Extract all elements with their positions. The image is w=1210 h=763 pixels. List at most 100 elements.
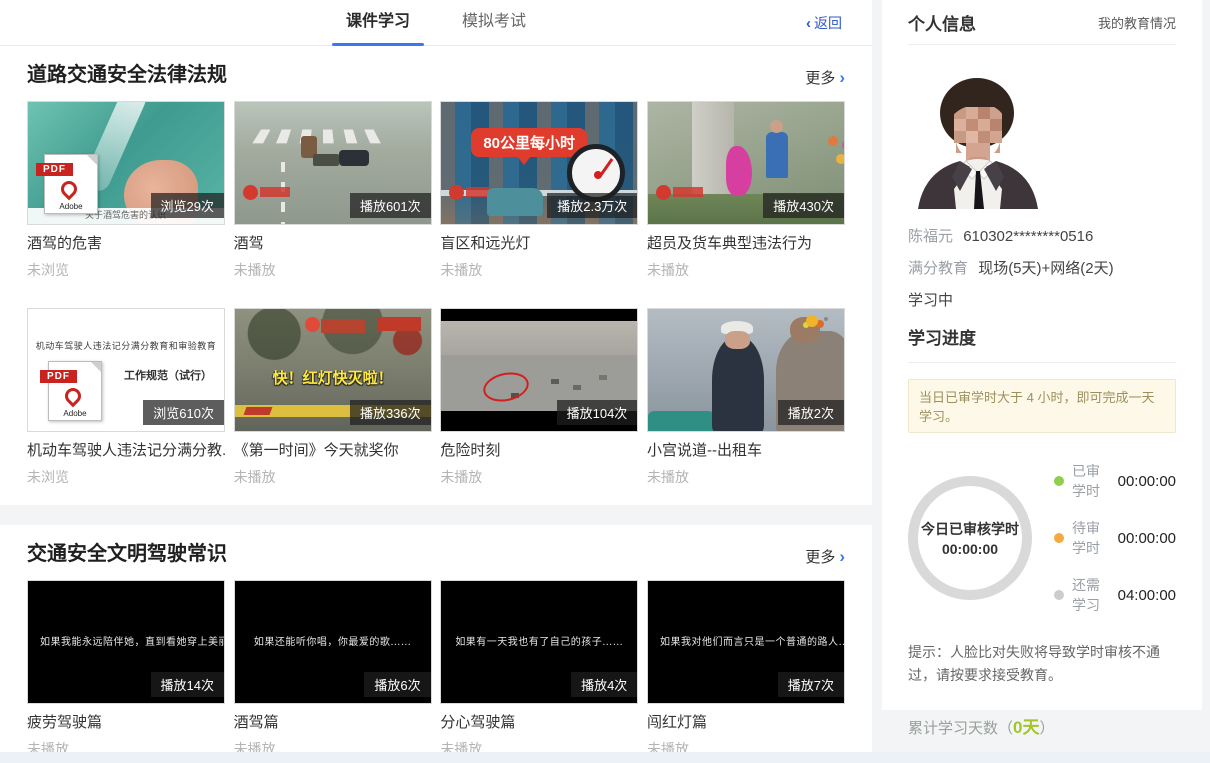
main-top-panel: 课件学习 模拟考试 ‹ 返回 道路交通安全法律法规 更多 › 浏览29次 关于酒…	[0, 0, 872, 505]
video-card[interactable]: 播放336次 快！红灯快灭啦！ 《第一时间》今天就奖你 未播放	[234, 308, 432, 487]
section-header: 道路交通安全法律法规 更多 ›	[27, 46, 845, 88]
legend-dot	[1054, 590, 1064, 600]
video-thumbnail[interactable]: 播放14次 如果我能永远陪伴她，直到看她穿上美丽嫁衣……	[27, 580, 225, 704]
video-title[interactable]: 酒驾篇	[234, 714, 432, 732]
program-line: 满分教育 现场(5天)+网络(2天)	[908, 257, 1176, 278]
video-title[interactable]: 酒驾	[234, 235, 432, 253]
play-count-badge: 播放104次	[557, 400, 638, 425]
video-title[interactable]: 疲劳驾驶篇	[27, 714, 225, 732]
video-title[interactable]: 闯红灯篇	[647, 714, 845, 732]
progress-title: 学习进度	[908, 324, 1176, 363]
video-card[interactable]: 播放430次 超员及货车典型违法行为 未播放	[647, 101, 845, 280]
section-header: 交通安全文明驾驶常识 更多 ›	[27, 525, 845, 567]
profile-photo	[910, 61, 1046, 209]
quote-caption: 如果我对他们而言只是一个普通的路人……	[648, 633, 844, 648]
play-count-badge: 浏览29次	[151, 193, 224, 218]
back-label: 返回	[814, 13, 842, 33]
legend-label: 还需学习	[1072, 575, 1112, 615]
progress-row: 今日已审核学时 00:00:00 已审学时00:00:00待审学时00:00:0…	[908, 461, 1176, 615]
video-title[interactable]: 《第一时间》今天就奖你	[234, 442, 432, 460]
video-thumbnail[interactable]: 播放4次 如果有一天我也有了自己的孩子……	[440, 580, 638, 704]
face-check-tip: 提示：人脸比对失败将导致学时审核不通过，请按要求接受教育。	[908, 641, 1176, 687]
legend-dot	[1054, 476, 1064, 486]
user-id-number: 610302********0516	[963, 228, 1093, 245]
more-link[interactable]: 更多 ›	[805, 67, 845, 88]
legend-row: 已审学时00:00:00	[1054, 461, 1176, 501]
quote-caption: 如果我能永远陪伴她，直到看她穿上美丽嫁衣……	[28, 633, 224, 648]
video-card[interactable]: 播放104次 危险时刻 未播放	[440, 308, 638, 487]
video-thumbnail[interactable]: 播放601次	[234, 101, 432, 225]
days-suffix: ）	[1039, 720, 1054, 737]
video-card[interactable]: 播放6次 如果还能听你唱，你最爱的歌…… 酒驾篇 未播放	[234, 580, 432, 759]
tab-bar: 课件学习 模拟考试 ‹ 返回	[0, 0, 872, 46]
crowd-graphic	[828, 136, 838, 146]
video-title[interactable]: 盲区和远光灯	[440, 235, 638, 253]
channel-logo	[656, 185, 671, 200]
progress-legend: 已审学时00:00:00 待审学时00:00:00 还需学习 04:00:00	[1054, 461, 1176, 615]
section-title: 交通安全文明驾驶常识	[27, 541, 227, 567]
section-driving-knowledge: 交通安全文明驾驶常识 更多 › 播放14次 如果我能永远陪伴她，直到看她穿上美丽…	[0, 525, 872, 763]
overlay-caption: 快！红灯快灭啦！	[235, 367, 431, 388]
taxi-graphic	[648, 411, 718, 431]
bottom-band	[0, 752, 1210, 763]
document-subtitle-line: 工作规范（试行）	[124, 367, 212, 383]
video-thumbnail[interactable]: 浏览29次 关于酒驾危害的认识PDFAdobe	[27, 101, 225, 225]
legend-value: 00:00:00	[1118, 473, 1176, 490]
video-card[interactable]: 浏览610次 机动车驾驶人违法记分满分教育和审验教育工作规范（试行）PDFAdo…	[27, 308, 225, 487]
video-status: 未浏览	[27, 467, 225, 487]
video-card[interactable]: 播放4次 如果有一天我也有了自己的孩子…… 分心驾驶篇 未播放	[440, 580, 638, 759]
legend-dot	[1054, 533, 1064, 543]
video-thumbnail[interactable]: 播放2次	[647, 308, 845, 432]
video-thumbnail[interactable]: 播放2.3万次 80公里每小时	[440, 101, 638, 225]
video-card[interactable]: 播放601次 酒驾 未播放	[234, 101, 432, 280]
video-title[interactable]: 危险时刻	[440, 442, 638, 460]
adobe-brand-label: Adobe	[49, 409, 101, 418]
program-value: 现场(5天)+网络(2天)	[978, 260, 1113, 277]
vehicle-graphic	[339, 150, 369, 166]
video-card[interactable]: 浏览29次 关于酒驾危害的认识PDFAdobe 酒驾的危害 未浏览	[27, 101, 225, 280]
back-link[interactable]: ‹ 返回	[806, 0, 842, 46]
total-study-days: 累计学习天数（0天）	[908, 713, 1176, 738]
police-officer-graphic	[712, 337, 764, 432]
my-education-link[interactable]: 我的教育情况	[1098, 13, 1176, 32]
play-count-badge: 播放2次	[778, 400, 844, 425]
pdf-file-icon: PDFAdobe	[44, 154, 98, 214]
video-status: 未浏览	[27, 260, 225, 280]
section-laws: 道路交通安全法律法规 更多 › 浏览29次 关于酒驾危害的认识PDFAdobe …	[0, 46, 872, 505]
legend-value: 00:00:00	[1118, 530, 1176, 547]
storefront-sign-graphic	[377, 317, 421, 331]
video-title[interactable]: 分心驾驶篇	[440, 714, 638, 732]
vehicle-graphic	[551, 379, 559, 384]
video-title[interactable]: 酒驾的危害	[27, 235, 225, 253]
video-title[interactable]: 超员及货车典型违法行为	[647, 235, 845, 253]
more-link[interactable]: 更多 ›	[805, 546, 845, 567]
video-status: 未播放	[234, 467, 432, 487]
daily-hours-notice: 当日已审学时大于 4 小时，即可完成一天学习。	[908, 379, 1176, 433]
tab-courseware[interactable]: 课件学习	[346, 0, 410, 46]
video-thumbnail[interactable]: 播放430次	[647, 101, 845, 225]
adobe-brand-label: Adobe	[45, 202, 97, 211]
vehicle-graphic	[301, 136, 317, 158]
program-label: 满分教育	[908, 260, 968, 277]
tab-mock-exam[interactable]: 模拟考试	[462, 0, 526, 46]
video-card[interactable]: 播放14次 如果我能永远陪伴她，直到看她穿上美丽嫁衣…… 疲劳驾驶篇 未播放	[27, 580, 225, 759]
section-title: 道路交通安全法律法规	[27, 62, 227, 88]
video-title[interactable]: 机动车驾驶人违法记分满分教...	[27, 442, 225, 460]
video-thumbnail[interactable]: 播放336次 快！红灯快灭啦！	[234, 308, 432, 432]
legend-row: 待审学时00:00:00	[1054, 518, 1176, 558]
chevron-right-icon: ›	[839, 549, 845, 564]
video-card[interactable]: 播放2次 小宫说道--出租车 未播放	[647, 308, 845, 487]
document-title-line: 机动车驾驶人违法记分满分教育和审验教育	[28, 339, 224, 352]
play-count-badge: 播放2.3万次	[547, 193, 637, 218]
video-thumbnail[interactable]: 浏览610次 机动车驾驶人违法记分满分教育和审验教育工作规范（试行）PDFAdo…	[27, 308, 225, 432]
video-card[interactable]: 播放7次 如果我对他们而言只是一个普通的路人…… 闯红灯篇 未播放	[647, 580, 845, 759]
video-thumbnail[interactable]: 播放104次	[440, 308, 638, 432]
adobe-swoosh-graphic	[58, 178, 81, 201]
video-thumbnail[interactable]: 播放6次 如果还能听你唱，你最爱的歌……	[234, 580, 432, 704]
video-card[interactable]: 播放2.3万次 80公里每小时 盲区和远光灯 未播放	[440, 101, 638, 280]
video-thumbnail[interactable]: 播放7次 如果我对他们而言只是一个普通的路人……	[647, 580, 845, 704]
legend-value: 04:00:00	[1118, 587, 1176, 604]
profile-photo-image	[910, 61, 1046, 209]
video-title[interactable]: 小宫说道--出租车	[647, 442, 845, 460]
play-count-badge: 播放4次	[571, 672, 637, 697]
